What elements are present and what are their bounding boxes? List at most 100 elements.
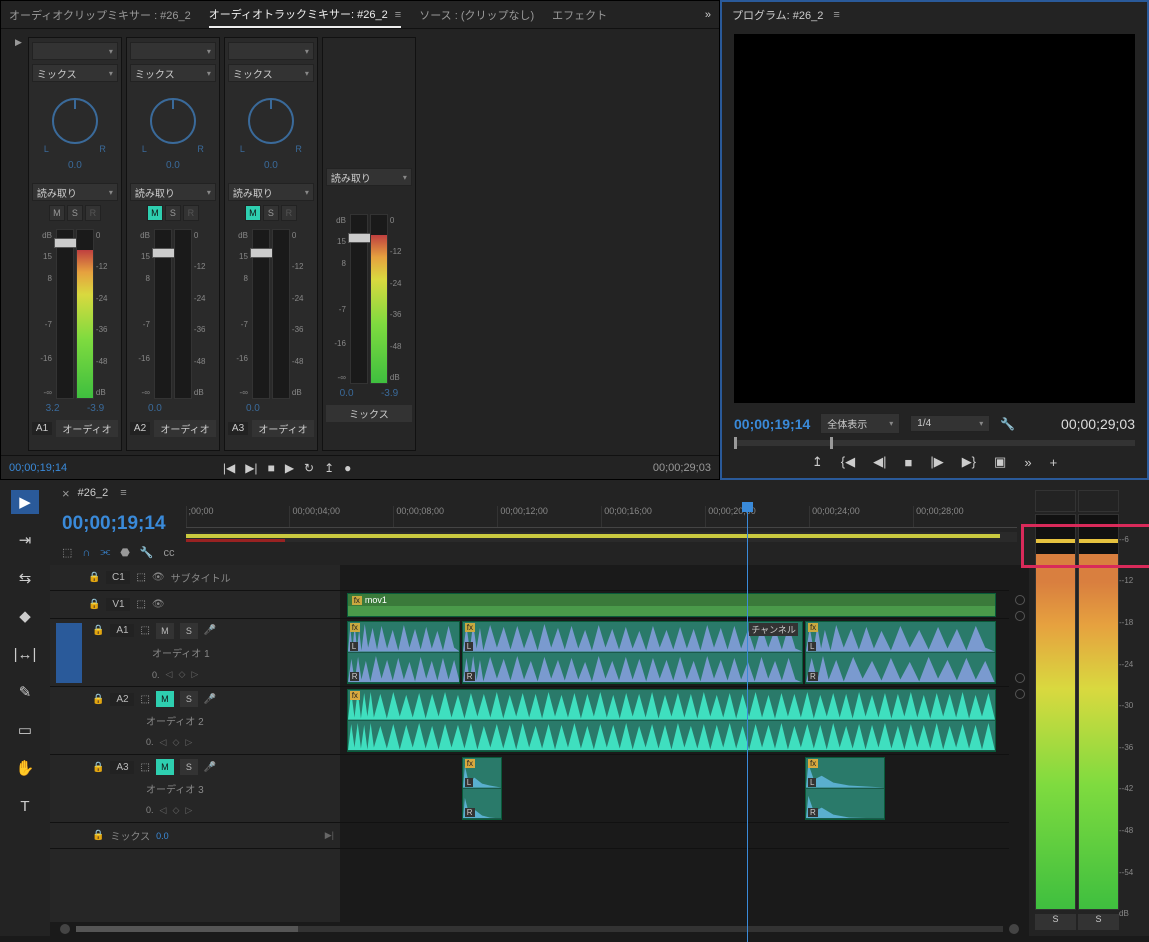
play-icon[interactable]: |▶: [930, 454, 943, 470]
stop-icon[interactable]: ■: [904, 455, 912, 470]
track-header-a1[interactable]: 🔒A1⬚MS🎤 オーディオ 1 0.◁◇▷: [50, 619, 340, 687]
source-patch-a1[interactable]: [56, 623, 82, 683]
add-button-icon[interactable]: +: [1050, 455, 1058, 470]
channel-name-a3[interactable]: オーディオ: [252, 420, 314, 437]
next-keyframe-icon[interactable]: ▷: [185, 805, 192, 816]
zoom-fit-select[interactable]: 全体表示▾: [820, 413, 900, 434]
stop-icon[interactable]: ■: [268, 461, 275, 475]
automation-mode-a1[interactable]: 読み取り▾: [32, 183, 118, 201]
mute-a1[interactable]: M: [156, 623, 174, 639]
fx-badge-icon[interactable]: fx: [808, 759, 818, 768]
sync-lock-icon[interactable]: ⬚: [136, 572, 145, 583]
mute-button-a2[interactable]: M: [147, 205, 163, 221]
sync-lock-audio-icon[interactable]: [1015, 673, 1025, 683]
solo-a3[interactable]: S: [180, 759, 198, 775]
audio-clip-a1-1[interactable]: fxL R: [347, 621, 461, 684]
pen-tool-icon[interactable]: ✎: [11, 680, 39, 704]
hand-tool-icon[interactable]: ✋: [11, 756, 39, 780]
program-menu-icon[interactable]: ≡: [833, 9, 839, 21]
slip-tool-icon[interactable]: |↔|: [11, 642, 39, 666]
prev-keyframe-icon[interactable]: ◁: [160, 737, 167, 748]
voice-record-icon[interactable]: 🎤: [204, 625, 216, 636]
solo-button-a1[interactable]: S: [67, 205, 83, 221]
timeline-content[interactable]: fxmov1 fxL R fxLチャンネル R fxL R fx: [340, 565, 1029, 922]
fader-handle-master[interactable]: [348, 233, 372, 243]
rectangle-tool-icon[interactable]: ▭: [11, 718, 39, 742]
overflow-icon[interactable]: »: [1024, 455, 1031, 470]
snap-icon[interactable]: ∩: [82, 547, 90, 559]
mute-a2[interactable]: M: [156, 691, 174, 707]
keyframe-value-a1[interactable]: 0.: [152, 670, 160, 680]
next-keyframe-icon[interactable]: ▷: [191, 669, 198, 680]
playhead[interactable]: [747, 506, 748, 942]
tab-source[interactable]: ソース : (クリップなし): [419, 3, 534, 27]
sync-lock-video-icon[interactable]: [1015, 595, 1025, 605]
track-header-v1[interactable]: 🔒 V1 ⬚ 👁: [50, 591, 340, 619]
eye-icon[interactable]: 👁: [152, 572, 165, 583]
fx-slot-a2[interactable]: ▾: [130, 42, 216, 60]
fx-badge-icon[interactable]: fx: [465, 623, 475, 632]
add-keyframe-icon[interactable]: ◇: [172, 805, 179, 816]
play-icon[interactable]: ▶: [285, 461, 294, 475]
captions-icon[interactable]: cc: [164, 547, 175, 559]
audio-clip-a1-3[interactable]: fxL R: [805, 621, 996, 684]
track-header-a2[interactable]: 🔒A2⬚MS🎤 オーディオ 2 0.◁◇▷: [50, 687, 340, 755]
timeline-horizontal-scrollbar[interactable]: [50, 922, 1029, 936]
record-button-a2[interactable]: R: [183, 205, 199, 221]
resolution-select[interactable]: 1/4▾: [910, 415, 990, 432]
mute-button-a1[interactable]: M: [49, 205, 65, 221]
scrollbar-thumb[interactable]: [76, 926, 298, 932]
insert-icon[interactable]: ↥: [812, 454, 823, 470]
add-keyframe-icon[interactable]: ◇: [172, 737, 179, 748]
record-button-a3[interactable]: R: [281, 205, 297, 221]
lock-icon[interactable]: 🔒: [92, 694, 104, 705]
sync-lock-icon[interactable]: ⬚: [140, 625, 149, 636]
fader-master[interactable]: [350, 214, 368, 384]
timeline-tc[interactable]: 00;00;19;14: [62, 513, 166, 535]
mixer-tc-in[interactable]: 00;00;19;14: [9, 462, 67, 474]
linked-selection-icon[interactable]: ⫘: [100, 546, 110, 559]
solo-right-button[interactable]: S: [1078, 914, 1119, 930]
mute-button-a3[interactable]: M: [245, 205, 261, 221]
sync-lock-icon[interactable]: ⬚: [140, 762, 149, 773]
insert-mode-icon[interactable]: ⬚: [62, 546, 72, 559]
prev-keyframe-icon[interactable]: ◁: [166, 669, 173, 680]
fx-slot-a1[interactable]: ▾: [32, 42, 118, 60]
lock-icon[interactable]: 🔒: [88, 599, 100, 610]
audio-clip-a3-1[interactable]: fxL R: [462, 757, 502, 820]
track-header-a3[interactable]: 🔒A3⬚MS🎤 オーディオ 3 0.◁◇▷: [50, 755, 340, 823]
go-to-out-icon[interactable]: ▶|: [245, 461, 257, 475]
expand-sends-icon[interactable]: ▶: [15, 37, 22, 48]
go-to-in-icon[interactable]: |◀: [223, 461, 235, 475]
automation-mode-a3[interactable]: 読み取り▾: [228, 183, 314, 201]
loop-icon[interactable]: ↻: [304, 461, 314, 475]
voice-record-icon[interactable]: 🎤: [204, 762, 216, 773]
pan-knob-a3[interactable]: LR: [240, 92, 302, 154]
lock-icon[interactable]: 🔒: [88, 572, 100, 583]
mix-value[interactable]: 0.0: [156, 831, 169, 841]
track-id-a1[interactable]: A1: [110, 624, 134, 637]
record-button-a1[interactable]: R: [85, 205, 101, 221]
step-back-icon[interactable]: ◀|: [873, 454, 886, 470]
audio-clip-a1-2[interactable]: fxLチャンネル R: [462, 621, 803, 684]
selection-tool-icon[interactable]: ▶: [11, 490, 39, 514]
marker-icon[interactable]: ⬣: [120, 546, 130, 559]
fader-handle-a1[interactable]: [54, 238, 78, 248]
next-keyframe-icon[interactable]: ▷: [185, 737, 192, 748]
channel-name-master[interactable]: ミックス: [326, 405, 412, 422]
add-keyframe-icon[interactable]: ◇: [178, 669, 185, 680]
track-header-subtitle[interactable]: 🔒 C1 ⬚ 👁 サブタイトル: [50, 565, 340, 591]
lock-icon[interactable]: 🔒: [92, 625, 104, 636]
fx-badge-icon[interactable]: fx: [808, 623, 818, 632]
settings-icon[interactable]: 🔧: [1000, 417, 1015, 431]
time-ruler[interactable]: ;00;0000;00;04;0000;00;08;0000;00;12;000…: [186, 506, 1017, 528]
track-id-c1[interactable]: C1: [106, 571, 130, 584]
track-id-a2[interactable]: A2: [110, 693, 134, 706]
fx-badge-icon[interactable]: fx: [350, 623, 360, 632]
output-select-a1[interactable]: ミックス▾: [32, 64, 118, 82]
keyframe-value-a3[interactable]: 0.: [146, 805, 154, 815]
solo-a2[interactable]: S: [180, 691, 198, 707]
video-clip-mov1[interactable]: fxmov1: [347, 593, 996, 617]
track-select-tool-icon[interactable]: ⇥: [11, 528, 39, 552]
solo-button-a3[interactable]: S: [263, 205, 279, 221]
